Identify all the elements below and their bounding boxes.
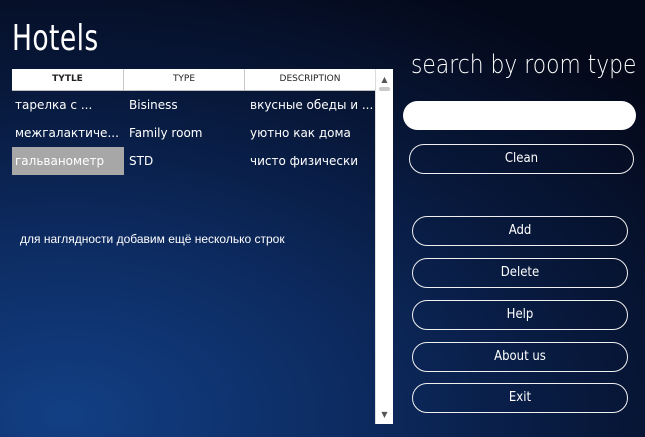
cell-type[interactable]: Bisiness — [124, 91, 245, 119]
table-row[interactable]: тарелка с ... Bisiness вкусные обеды и .… — [12, 91, 375, 119]
cell-description[interactable]: чисто физически — [245, 147, 375, 175]
cell-description[interactable]: уютно как дома — [245, 119, 375, 147]
add-button[interactable]: Add — [412, 216, 628, 246]
help-button[interactable]: Help — [412, 300, 628, 330]
delete-button[interactable]: Delete — [412, 258, 628, 288]
table-row[interactable]: межгалактиче... Family room уютно как до… — [12, 119, 375, 147]
app-title: Hotels — [12, 18, 99, 59]
cell-title[interactable]: гальванометр — [12, 147, 124, 175]
about-us-button[interactable]: About us — [412, 342, 628, 372]
cell-title[interactable]: межгалактиче... — [12, 119, 124, 147]
hotels-table: TYTLE TYPE DESCRIPTION тарелка с ... Bis… — [12, 69, 393, 424]
exit-button[interactable]: Exit — [412, 383, 628, 413]
chevron-down-icon[interactable]: ▼ — [376, 406, 393, 422]
cell-description[interactable]: вкусные обеды и ... — [245, 91, 375, 119]
info-note: для наглядности добавим ещё несколько ст… — [20, 232, 285, 246]
table-scrollbar[interactable]: ▲ ▼ — [375, 69, 393, 424]
scrollbar-thumb[interactable] — [379, 87, 390, 91]
search-label: search by room type — [411, 50, 637, 80]
clean-button[interactable]: Clean — [409, 144, 634, 174]
search-input[interactable] — [403, 101, 636, 130]
cell-type[interactable]: STD — [124, 147, 245, 175]
table-body: тарелка с ... Bisiness вкусные обеды и .… — [12, 91, 375, 175]
column-header-type[interactable]: TYPE — [124, 69, 245, 90]
table-header: TYTLE TYPE DESCRIPTION — [12, 69, 375, 91]
cell-title[interactable]: тарелка с ... — [12, 91, 124, 119]
column-header-description[interactable]: DESCRIPTION — [245, 69, 375, 90]
column-header-title[interactable]: TYTLE — [12, 69, 124, 90]
cell-type[interactable]: Family room — [124, 119, 245, 147]
table-row-selected[interactable]: гальванометр STD чисто физически — [12, 147, 375, 175]
chevron-up-icon[interactable]: ▲ — [376, 71, 393, 87]
